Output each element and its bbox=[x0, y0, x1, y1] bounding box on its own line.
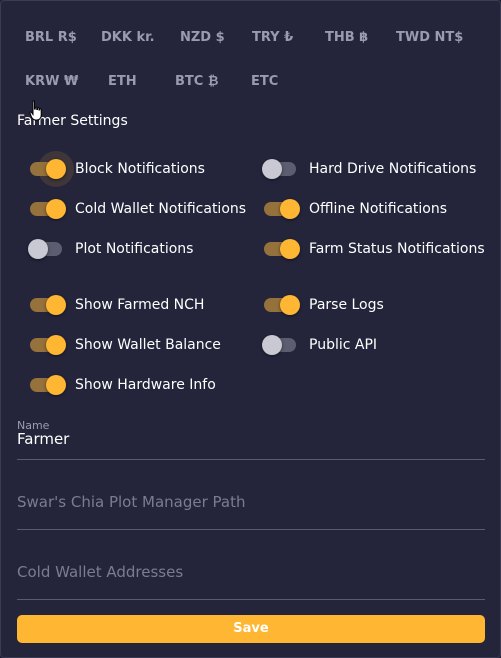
settings-panel: BRL R$ DKK kr. NZD $ TRY ₺ THB ฿ TWD NT$… bbox=[0, 0, 501, 658]
currency-krw[interactable]: KRW ₩ bbox=[25, 62, 78, 102]
currency-row: KRW ₩ ETH BTC ₿ ETC bbox=[1, 62, 500, 102]
currency-twd[interactable]: TWD NT$ bbox=[396, 18, 463, 58]
toggle-cold-wallet-notifications[interactable]: Cold Wallet Notifications bbox=[28, 194, 246, 224]
toggle-parse-logs[interactable]: Parse Logs bbox=[262, 290, 384, 320]
switch[interactable] bbox=[28, 290, 66, 320]
toggle-label: Public API bbox=[309, 337, 378, 353]
toggle-label: Show Hardware Info bbox=[75, 377, 216, 393]
toggle-label: Farm Status Notifications bbox=[309, 241, 485, 257]
switch[interactable] bbox=[262, 330, 298, 360]
hand-cursor-icon bbox=[29, 100, 42, 121]
currency-dkk[interactable]: DKK kr. bbox=[101, 18, 155, 58]
cold-wallet-field[interactable]: Cold Wallet Addresses bbox=[17, 549, 485, 600]
toggle-public-api[interactable]: Public API bbox=[262, 330, 377, 360]
currency-row: BRL R$ DKK kr. NZD $ TRY ₺ THB ฿ TWD NT$ bbox=[1, 18, 500, 58]
currency-brl[interactable]: BRL R$ bbox=[25, 18, 77, 58]
toggle-label: Plot Notifications bbox=[75, 241, 194, 257]
toggle-plot-notifications[interactable]: Plot Notifications bbox=[28, 234, 193, 264]
currency-thb[interactable]: THB ฿ bbox=[325, 18, 368, 58]
swar-path-placeholder[interactable]: Swar's Chia Plot Manager Path bbox=[17, 493, 245, 511]
toggle-hard-drive-notifications[interactable]: Hard Drive Notifications bbox=[262, 154, 476, 184]
currency-etc[interactable]: ETC bbox=[251, 62, 278, 102]
toggle-label: Block Notifications bbox=[75, 161, 205, 177]
toggle-show-wallet-balance[interactable]: Show Wallet Balance bbox=[28, 330, 221, 360]
swar-path-field[interactable]: Swar's Chia Plot Manager Path bbox=[17, 479, 485, 530]
switch[interactable] bbox=[262, 154, 298, 184]
switch[interactable] bbox=[262, 290, 300, 320]
name-field[interactable]: Name Farmer bbox=[17, 419, 485, 460]
toggle-block-notifications[interactable]: Block Notifications bbox=[28, 151, 205, 187]
toggle-show-hardware-info[interactable]: Show Hardware Info bbox=[28, 370, 216, 400]
toggle-offline-notifications[interactable]: Offline Notifications bbox=[262, 194, 447, 224]
switch[interactable] bbox=[28, 330, 66, 360]
currency-try[interactable]: TRY ₺ bbox=[252, 18, 293, 58]
currency-nzd[interactable]: NZD $ bbox=[180, 18, 225, 58]
save-button[interactable]: Save bbox=[17, 615, 485, 643]
toggle-label: Hard Drive Notifications bbox=[309, 161, 477, 177]
currency-eth[interactable]: ETH bbox=[108, 62, 137, 102]
toggle-label: Show Wallet Balance bbox=[75, 337, 221, 353]
toggle-farm-status-notifications[interactable]: Farm Status Notifications bbox=[262, 234, 485, 264]
toggle-label: Offline Notifications bbox=[309, 201, 448, 217]
currency-btc[interactable]: BTC ₿ bbox=[175, 62, 218, 102]
switch[interactable] bbox=[28, 151, 74, 187]
toggle-label: Cold Wallet Notifications bbox=[75, 201, 247, 217]
cold-wallet-placeholder[interactable]: Cold Wallet Addresses bbox=[17, 563, 183, 581]
switch[interactable] bbox=[262, 194, 300, 224]
toggle-label: Show Farmed NCH bbox=[75, 297, 205, 313]
toggle-label: Parse Logs bbox=[309, 297, 384, 313]
name-field-value[interactable]: Farmer bbox=[17, 430, 69, 448]
switch[interactable] bbox=[262, 234, 300, 264]
toggle-show-farmed-nch[interactable]: Show Farmed NCH bbox=[28, 290, 204, 320]
switch[interactable] bbox=[28, 194, 66, 224]
switch[interactable] bbox=[28, 234, 64, 264]
switch[interactable] bbox=[28, 370, 66, 400]
